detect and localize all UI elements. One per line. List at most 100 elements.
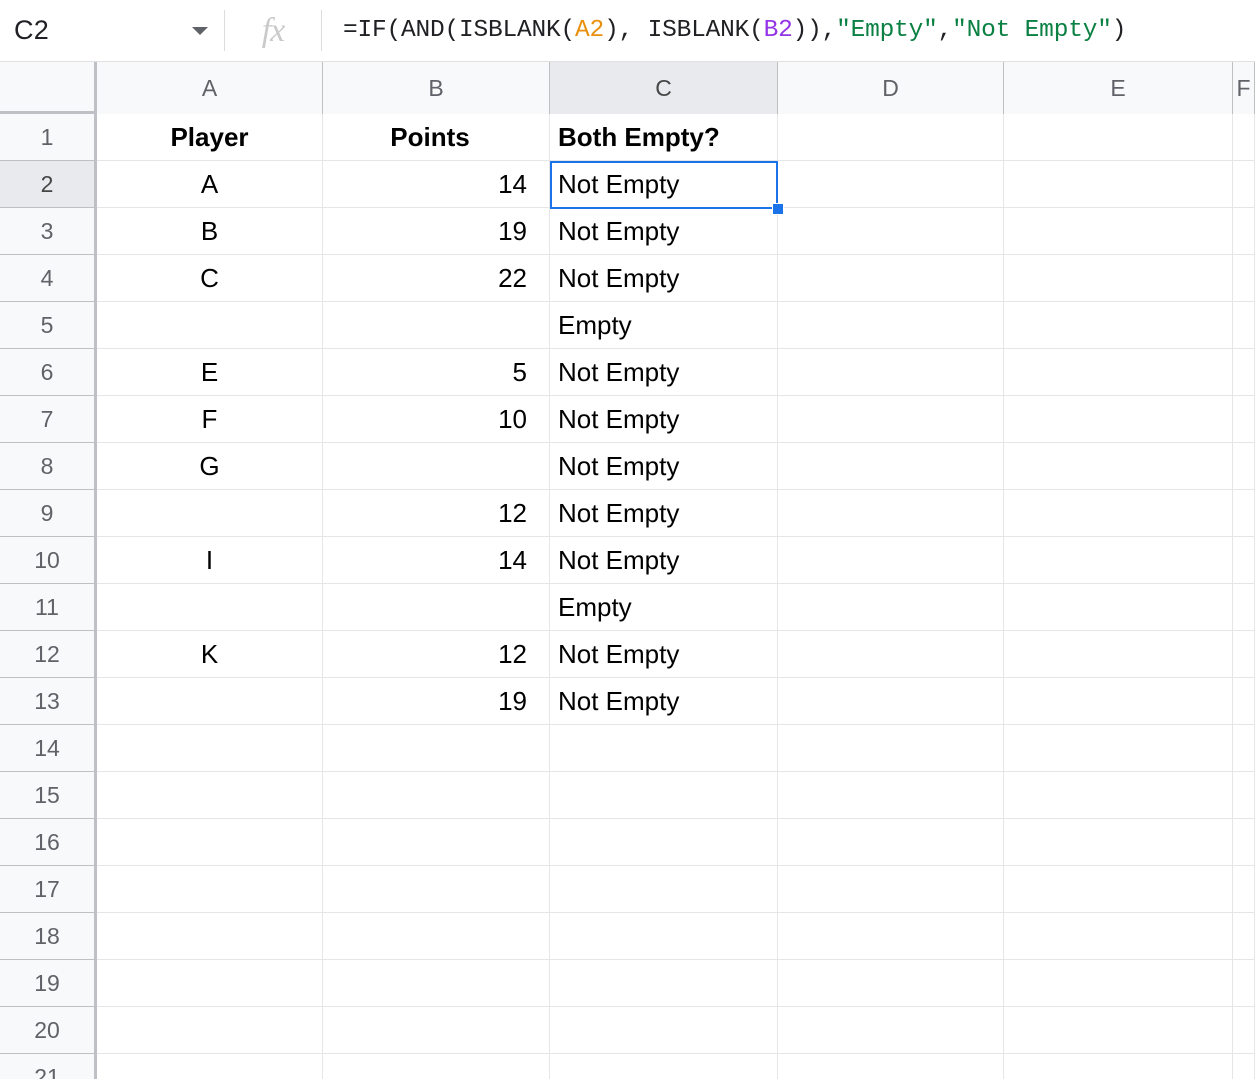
cell-D19[interactable] (778, 960, 1004, 1007)
cell-C16[interactable] (550, 819, 778, 866)
cell-D3[interactable] (778, 208, 1004, 255)
cell-D5[interactable] (778, 302, 1004, 349)
cell-D16[interactable] (778, 819, 1004, 866)
cell-D18[interactable] (778, 913, 1004, 960)
cell-F13[interactable] (1233, 678, 1255, 725)
cell-E20[interactable] (1004, 1007, 1233, 1054)
cell-B5[interactable] (323, 302, 550, 349)
cell-B1[interactable]: Points (323, 114, 550, 161)
cell-F10[interactable] (1233, 537, 1255, 584)
cell-B7[interactable]: 10 (323, 396, 550, 443)
cell-D1[interactable] (778, 114, 1004, 161)
row-header-5[interactable]: 5 (0, 302, 97, 349)
fx-icon[interactable]: fx (225, 0, 321, 61)
cell-A15[interactable] (97, 772, 323, 819)
cell-F9[interactable] (1233, 490, 1255, 537)
row-header-8[interactable]: 8 (0, 443, 97, 490)
column-header-d[interactable]: D (778, 62, 1004, 114)
cell-A9[interactable] (97, 490, 323, 537)
cell-B20[interactable] (323, 1007, 550, 1054)
cell-A14[interactable] (97, 725, 323, 772)
cell-F15[interactable] (1233, 772, 1255, 819)
row-header-12[interactable]: 12 (0, 631, 97, 678)
cell-E10[interactable] (1004, 537, 1233, 584)
cell-B12[interactable]: 12 (323, 631, 550, 678)
fill-handle[interactable] (772, 203, 784, 215)
cell-A7[interactable]: F (97, 396, 323, 443)
cell-D2[interactable] (778, 161, 1004, 208)
cell-E6[interactable] (1004, 349, 1233, 396)
cell-A10[interactable]: I (97, 537, 323, 584)
cell-D21[interactable] (778, 1054, 1004, 1079)
cell-A11[interactable] (97, 584, 323, 631)
cell-C10[interactable]: Not Empty (550, 537, 778, 584)
row-header-7[interactable]: 7 (0, 396, 97, 443)
cell-B6[interactable]: 5 (323, 349, 550, 396)
row-header-2[interactable]: 2 (0, 161, 97, 208)
cell-E11[interactable] (1004, 584, 1233, 631)
cell-A13[interactable] (97, 678, 323, 725)
cell-F19[interactable] (1233, 960, 1255, 1007)
cell-B21[interactable] (323, 1054, 550, 1079)
cell-A18[interactable] (97, 913, 323, 960)
cell-A20[interactable] (97, 1007, 323, 1054)
cell-E13[interactable] (1004, 678, 1233, 725)
cell-A1[interactable]: Player (97, 114, 323, 161)
cell-F5[interactable] (1233, 302, 1255, 349)
cell-C19[interactable] (550, 960, 778, 1007)
cell-C21[interactable] (550, 1054, 778, 1079)
cell-B3[interactable]: 19 (323, 208, 550, 255)
cell-A6[interactable]: E (97, 349, 323, 396)
row-header-19[interactable]: 19 (0, 960, 97, 1007)
row-header-16[interactable]: 16 (0, 819, 97, 866)
cell-C11[interactable]: Empty (550, 584, 778, 631)
cell-D13[interactable] (778, 678, 1004, 725)
formula-input[interactable]: =IF(AND(ISBLANK(A2), ISBLANK(B2)),"Empty… (322, 0, 1255, 61)
cell-F11[interactable] (1233, 584, 1255, 631)
cell-D11[interactable] (778, 584, 1004, 631)
cell-F21[interactable] (1233, 1054, 1255, 1079)
cell-A5[interactable] (97, 302, 323, 349)
cell-C2[interactable]: Not Empty (550, 161, 778, 208)
row-header-1[interactable]: 1 (0, 114, 97, 161)
cell-D6[interactable] (778, 349, 1004, 396)
row-header-17[interactable]: 17 (0, 866, 97, 913)
cell-F8[interactable] (1233, 443, 1255, 490)
cell-E14[interactable] (1004, 725, 1233, 772)
cell-F1[interactable] (1233, 114, 1255, 161)
cell-D14[interactable] (778, 725, 1004, 772)
cell-F7[interactable] (1233, 396, 1255, 443)
spreadsheet-grid[interactable]: ABCDEF 123456789101112131415161718192021… (0, 62, 1255, 1079)
cell-E1[interactable] (1004, 114, 1233, 161)
cell-B16[interactable] (323, 819, 550, 866)
cell-C18[interactable] (550, 913, 778, 960)
cell-B9[interactable]: 12 (323, 490, 550, 537)
row-header-20[interactable]: 20 (0, 1007, 97, 1054)
cell-C3[interactable]: Not Empty (550, 208, 778, 255)
cell-E8[interactable] (1004, 443, 1233, 490)
cell-A2[interactable]: A (97, 161, 323, 208)
cell-A19[interactable] (97, 960, 323, 1007)
chevron-down-icon[interactable] (192, 27, 208, 35)
cell-F2[interactable] (1233, 161, 1255, 208)
cell-B15[interactable] (323, 772, 550, 819)
cell-D9[interactable] (778, 490, 1004, 537)
cell-B14[interactable] (323, 725, 550, 772)
cell-C17[interactable] (550, 866, 778, 913)
cell-F6[interactable] (1233, 349, 1255, 396)
cell-C15[interactable] (550, 772, 778, 819)
cell-B10[interactable]: 14 (323, 537, 550, 584)
cell-F20[interactable] (1233, 1007, 1255, 1054)
cell-E3[interactable] (1004, 208, 1233, 255)
name-box[interactable]: C2 (0, 0, 224, 61)
cell-F12[interactable] (1233, 631, 1255, 678)
cell-C1[interactable]: Both Empty? (550, 114, 778, 161)
cell-C8[interactable]: Not Empty (550, 443, 778, 490)
cell-F14[interactable] (1233, 725, 1255, 772)
cell-A4[interactable]: C (97, 255, 323, 302)
cell-E5[interactable] (1004, 302, 1233, 349)
cell-B8[interactable] (323, 443, 550, 490)
cell-B11[interactable] (323, 584, 550, 631)
cell-D7[interactable] (778, 396, 1004, 443)
cell-B2[interactable]: 14 (323, 161, 550, 208)
